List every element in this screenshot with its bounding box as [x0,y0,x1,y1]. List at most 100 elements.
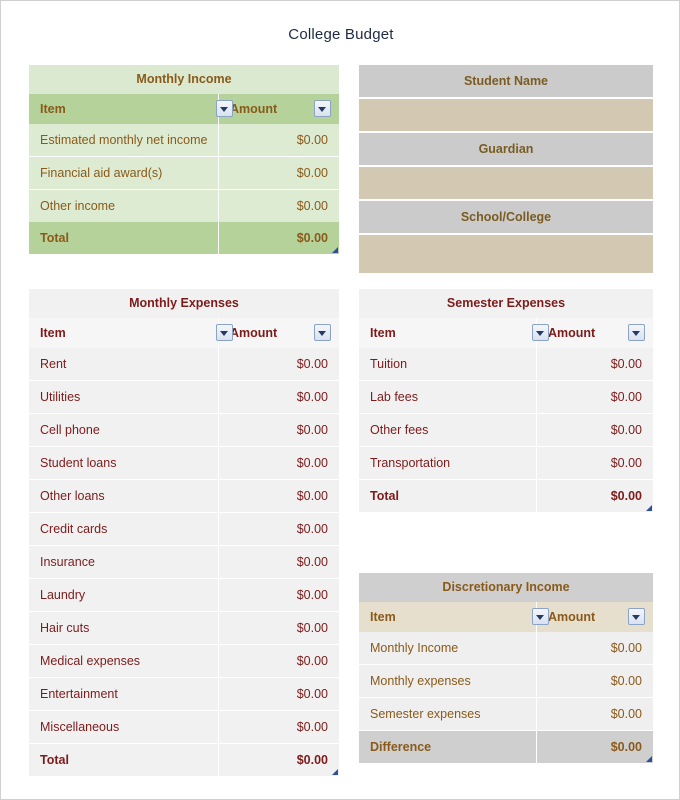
table-row[interactable]: Cell phone $0.00 [29,413,339,446]
total-label: Total [359,480,537,512]
row-amount-value[interactable]: $0.00 [537,381,653,413]
discretionary-income-header-row: Item Amount [359,602,653,632]
row-item-label: Medical expenses [29,645,219,677]
discretionary-income-body: Monthly Income $0.00 Monthly expenses $0… [359,632,653,730]
table-row[interactable]: Miscellaneous $0.00 [29,710,339,743]
table-row[interactable]: Utilities $0.00 [29,380,339,413]
table-row[interactable]: Other income $0.00 [29,189,339,222]
table-row[interactable]: Other loans $0.00 [29,479,339,512]
table-row[interactable]: Transportation $0.00 [359,446,653,479]
row-item-label: Lab fees [359,381,537,413]
table-row[interactable]: Hair cuts $0.00 [29,611,339,644]
row-amount-value[interactable]: $0.00 [537,414,653,446]
table-row[interactable]: Credit cards $0.00 [29,512,339,545]
row-amount-value[interactable]: $0.00 [537,447,653,479]
semester-expenses-header-row: Item Amount [359,318,653,348]
column-header-item: Item [29,94,219,124]
table-row[interactable]: Monthly Income $0.00 [359,632,653,664]
table-row[interactable]: Monthly expenses $0.00 [359,664,653,697]
row-item-label: Other loans [29,480,219,512]
table-row[interactable]: Tuition $0.00 [359,348,653,380]
row-item-label: Utilities [29,381,219,413]
column-header-item: Item [359,318,537,348]
discretionary-income-difference-row: Difference $0.00 [359,730,653,763]
semester-expenses-total-row: Total $0.00 [359,479,653,512]
filter-dropdown-item-icon[interactable] [532,324,549,341]
student-name-label: Student Name [359,65,653,97]
row-amount-value[interactable]: $0.00 [219,612,339,644]
monthly-expenses-header-row: Item Amount [29,318,339,348]
table-row[interactable]: Laundry $0.00 [29,578,339,611]
table-row[interactable]: Entertainment $0.00 [29,677,339,710]
row-amount-value[interactable]: $0.00 [219,157,339,189]
resize-grip-icon[interactable] [332,769,338,775]
monthly-expenses-total-row: Total $0.00 [29,743,339,776]
filter-dropdown-item-icon[interactable] [532,608,549,625]
total-amount: $0.00 [296,231,328,245]
student-info-block: Student Name Guardian School/College [359,65,653,275]
row-amount-value[interactable]: $0.00 [219,190,339,222]
column-header-item: Item [29,318,219,348]
total-label: Total [29,222,219,254]
row-item-label: Other fees [359,414,537,446]
table-row[interactable]: Estimated monthly net income $0.00 [29,124,339,156]
resize-grip-icon[interactable] [332,247,338,253]
row-amount-value[interactable]: $0.00 [219,124,339,156]
table-row[interactable]: Rent $0.00 [29,348,339,380]
row-amount-value[interactable]: $0.00 [537,348,653,380]
row-amount-value[interactable]: $0.00 [219,447,339,479]
monthly-income-body: Estimated monthly net income $0.00 Finan… [29,124,339,222]
row-item-label: Credit cards [29,513,219,545]
row-amount-value[interactable]: $0.00 [219,513,339,545]
row-item-label: Laundry [29,579,219,611]
row-amount-value[interactable]: $0.00 [219,546,339,578]
row-amount-value[interactable]: $0.00 [219,711,339,743]
filter-dropdown-amount-icon[interactable] [628,324,645,341]
table-row[interactable]: Other fees $0.00 [359,413,653,446]
filter-dropdown-amount-icon[interactable] [628,608,645,625]
filter-dropdown-item-icon[interactable] [216,324,233,341]
monthly-expenses-body: Rent $0.00 Utilities $0.00 Cell phone $0… [29,348,339,743]
row-amount-value[interactable]: $0.00 [537,698,653,730]
total-amount: $0.00 [610,489,642,503]
school-college-label: School/College [359,201,653,233]
student-name-input[interactable] [359,97,653,133]
table-row[interactable]: Medical expenses $0.00 [29,644,339,677]
table-row[interactable]: Semester expenses $0.00 [359,697,653,730]
row-item-label: Monthly Income [359,632,537,664]
row-amount-value[interactable]: $0.00 [219,480,339,512]
row-amount-value[interactable]: $0.00 [219,348,339,380]
filter-dropdown-amount-icon[interactable] [314,324,331,341]
resize-grip-icon[interactable] [646,756,652,762]
filter-dropdown-item-icon[interactable] [216,100,233,117]
page-title: College Budget [288,26,394,43]
row-item-label: Other income [29,190,219,222]
row-item-label: Entertainment [29,678,219,710]
row-amount-value[interactable]: $0.00 [219,645,339,677]
monthly-income-header-row: Item Amount [29,94,339,124]
table-row[interactable]: Student loans $0.00 [29,446,339,479]
discretionary-income-table: Discretionary Income Item Amount Monthly… [359,573,653,763]
guardian-label: Guardian [359,133,653,165]
monthly-income-table: Monthly Income Item Amount Estimated mon… [29,65,339,254]
semester-expenses-table: Semester Expenses Item Amount Tuition $0… [359,289,653,512]
table-row[interactable]: Insurance $0.00 [29,545,339,578]
row-amount-value[interactable]: $0.00 [537,665,653,697]
table-row[interactable]: Lab fees $0.00 [359,380,653,413]
row-amount-value[interactable]: $0.00 [219,579,339,611]
total-amount: $0.00 [296,753,328,767]
total-label: Total [29,744,219,776]
table-row[interactable]: Financial aid award(s) $0.00 [29,156,339,189]
resize-grip-icon[interactable] [646,505,652,511]
row-amount-value[interactable]: $0.00 [219,678,339,710]
row-amount-value[interactable]: $0.00 [219,381,339,413]
guardian-input[interactable] [359,165,653,201]
row-item-label: Miscellaneous [29,711,219,743]
row-amount-value[interactable]: $0.00 [219,414,339,446]
discretionary-income-caption: Discretionary Income [359,573,653,602]
filter-dropdown-amount-icon[interactable] [314,100,331,117]
difference-amount: $0.00 [610,740,642,754]
row-amount-value[interactable]: $0.00 [537,632,653,664]
column-header-item: Item [359,602,537,632]
school-college-input[interactable] [359,233,653,275]
